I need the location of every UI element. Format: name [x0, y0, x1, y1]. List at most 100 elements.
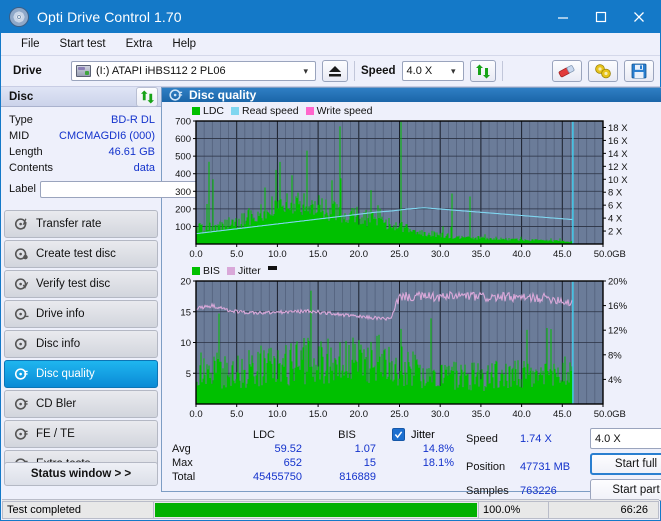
- svg-text:20%: 20%: [608, 277, 628, 288]
- start-full-button[interactable]: Start full: [590, 453, 661, 475]
- svg-text:GB: GB: [612, 249, 626, 260]
- test-speed-select[interactable]: 4.0 X ▾: [590, 428, 661, 449]
- stats-max-ldc: 652: [283, 457, 302, 469]
- sidebar-item-label: Verify test disc: [36, 278, 111, 290]
- svg-text:300: 300: [175, 187, 191, 198]
- status-message: Test completed: [2, 500, 154, 519]
- disc-bler-icon: [14, 398, 28, 410]
- disc-quality-icon: [169, 89, 183, 101]
- sidebar-item-create-test-disc[interactable]: Create test disc: [4, 240, 158, 268]
- refresh-icon: [475, 64, 490, 78]
- refresh-icon: [140, 89, 154, 104]
- legend-label-bis: BIS: [203, 264, 220, 277]
- stats-header-ldc: LDC: [252, 428, 275, 441]
- svg-text:50.0: 50.0: [594, 249, 613, 260]
- legend-label-write-speed: Write speed: [316, 104, 373, 117]
- svg-text:25.0: 25.0: [390, 409, 409, 420]
- sidebar-item-disc-info[interactable]: Disc info: [4, 330, 158, 358]
- menu-item-extra[interactable]: Extra: [116, 36, 163, 52]
- svg-text:4 X: 4 X: [608, 214, 623, 225]
- svg-text:35.0: 35.0: [472, 249, 491, 260]
- svg-text:12%: 12%: [608, 326, 628, 337]
- sidebar-item-label: Transfer rate: [36, 218, 102, 230]
- disc-type-label: Type: [9, 114, 33, 126]
- chevron-down-icon: ▾: [450, 65, 456, 76]
- app-window: Opti Drive Control 1.70 File Start test …: [0, 0, 661, 521]
- disc-contents-label: Contents: [9, 162, 54, 174]
- sidebar-item-cd-bler[interactable]: CD Bler: [4, 390, 158, 418]
- menu-item-start-test[interactable]: Start test: [50, 36, 116, 52]
- drive-label: Drive: [13, 65, 42, 77]
- window-controls: [544, 1, 658, 33]
- sidebar-item-label: Disc info: [36, 338, 81, 350]
- progress-bar-fill: [155, 502, 477, 517]
- sidebar-item-transfer-rate[interactable]: Transfer rate: [4, 210, 158, 238]
- legend-item-jitter: Jitter: [226, 265, 261, 277]
- close-icon[interactable]: [620, 1, 658, 33]
- run-position-value: 47731 MB: [520, 460, 571, 473]
- svg-text:600: 600: [175, 134, 191, 145]
- body: Disc Type BD-R DL MID CMCMAGDI6 (000) Le…: [1, 86, 661, 501]
- sidebar-item-disc-quality[interactable]: Disc quality: [4, 360, 158, 388]
- legend-label-read-speed: Read speed: [242, 104, 299, 117]
- svg-text:200: 200: [175, 204, 191, 215]
- eject-button[interactable]: [322, 60, 348, 82]
- start-part-button[interactable]: Start part: [590, 479, 661, 501]
- ldc-legend: LDC Read speed Write speed: [166, 104, 661, 117]
- stats-row-label-max: Max: [172, 457, 193, 469]
- sidebar: Disc Type BD-R DL MID CMCMAGDI6 (000) Le…: [1, 86, 244, 492]
- svg-text:25.0: 25.0: [390, 249, 409, 260]
- charts-area: LDC Read speed Write speed 700 600 500 400 3…: [162, 102, 661, 422]
- legend-item-ldc: LDC: [192, 105, 224, 117]
- svg-text:30.0: 30.0: [431, 249, 450, 260]
- jitter-checkbox[interactable]: [392, 428, 405, 441]
- gears-button[interactable]: [588, 60, 618, 82]
- maximize-icon[interactable]: [582, 1, 620, 33]
- run-samples-label: Samples: [466, 484, 509, 497]
- menu-item-file[interactable]: File: [11, 36, 50, 52]
- disc-info-icon: [14, 338, 27, 350]
- refresh-button[interactable]: [469, 60, 496, 82]
- sidebar-item-verify-test-disc[interactable]: Verify test disc: [4, 270, 158, 298]
- app-disc-icon: [9, 7, 29, 27]
- disc-row-type: Type BD-R DL: [9, 112, 155, 128]
- minimize-icon[interactable]: [544, 1, 582, 33]
- svg-text:15: 15: [180, 307, 191, 318]
- sidebar-item-label: Create test disc: [36, 248, 116, 260]
- legend-label-ldc: LDC: [203, 104, 225, 117]
- elapsed-time: 66:26: [549, 500, 659, 519]
- sidebar-nav: Transfer rate Create test disc Verify te…: [1, 210, 161, 478]
- sidebar-item-label: CD Bler: [36, 398, 77, 410]
- legend-item-read-speed: Read speed: [231, 105, 299, 117]
- save-button[interactable]: [624, 60, 654, 82]
- svg-text:40.0: 40.0: [512, 249, 531, 260]
- stats-header-jitter-group: Jitter: [384, 428, 462, 441]
- menu-item-help[interactable]: Help: [162, 36, 206, 52]
- disc-refresh-button[interactable]: [136, 86, 158, 107]
- stats-max-jitter: 18.1%: [422, 457, 454, 469]
- bis-chart[interactable]: 20 15 10 5 20% 16% 12% 8% 4% 0.0 5.0 10.0 15.0 20.0 25…: [166, 277, 661, 422]
- legend-item-write-speed: Write speed: [305, 104, 373, 117]
- speed-select[interactable]: 4.0 X ▾: [401, 61, 464, 81]
- eraser-button[interactable]: [552, 60, 582, 82]
- eraser-icon: [558, 65, 575, 78]
- disc-type-value: BD-R DL: [110, 114, 155, 126]
- sidebar-item-fe-te[interactable]: FE / TE: [4, 420, 158, 448]
- drive-select[interactable]: (I:) ATAPI iHBS112 2 PL06 ▾: [71, 61, 316, 81]
- disc-panel-title: Disc: [9, 90, 34, 103]
- ldc-chart[interactable]: 700 600 500 400 300 200 100 18 X 16 X 14 X 12 X 10 …: [166, 117, 661, 262]
- menu-bar: File Start test Extra Help: [1, 33, 660, 56]
- disc-panel-body: Type BD-R DL MID CMCMAGDI6 (000) Length …: [1, 107, 244, 204]
- disc-check-icon: [14, 278, 29, 290]
- stats-max-bis: 15: [363, 457, 376, 469]
- legend-swatch-bis: [192, 266, 200, 275]
- svg-text:10 X: 10 X: [608, 175, 628, 186]
- stats-row-label-total: Total: [172, 471, 196, 483]
- status-bar: Test completed 100.0% 66:26: [2, 499, 659, 519]
- svg-text:8%: 8%: [608, 350, 622, 361]
- svg-text:16 X: 16 X: [608, 136, 628, 147]
- status-window-button[interactable]: Status window > >: [4, 462, 158, 486]
- svg-text:10.0: 10.0: [268, 249, 287, 260]
- run-speed-label: Speed: [466, 432, 498, 445]
- sidebar-item-drive-info[interactable]: Drive info: [4, 300, 158, 328]
